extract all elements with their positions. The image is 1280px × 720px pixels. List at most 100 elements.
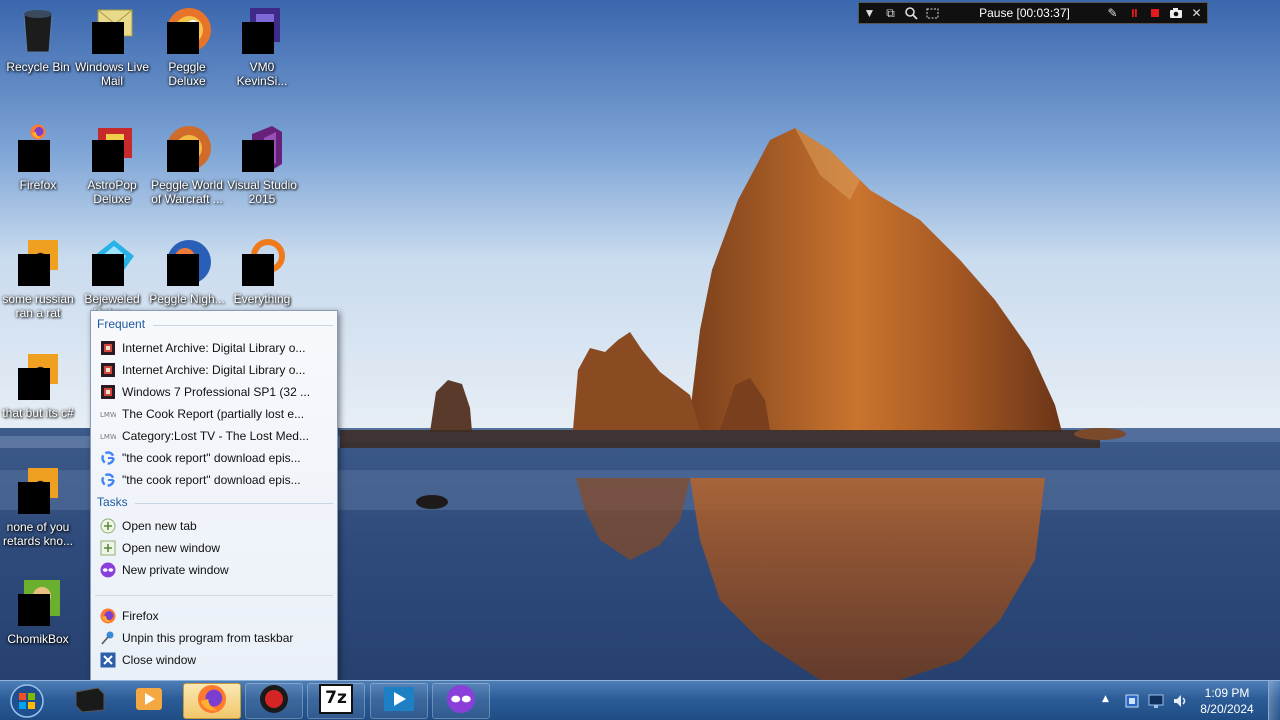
- desktop-icon[interactable]: Peggle Deluxe: [149, 6, 225, 88]
- frequent-item[interactable]: Internet Archive: Digital Library o...: [95, 359, 333, 381]
- peggle-deluxe-icon: [163, 6, 211, 54]
- jump-list-item-label: "the cook report" download epis...: [122, 473, 301, 487]
- taskbar-button[interactable]: 7z: [307, 683, 365, 719]
- region-icon[interactable]: [922, 3, 943, 23]
- close-window-icon: [100, 652, 116, 668]
- screen-recorder-toolbar: ▼ ⧉ Pause [00:03:37] ✎ ✕: [858, 2, 1208, 24]
- desktop-icon[interactable]: VM0 KevinSi...: [224, 6, 300, 88]
- taskbar-clock[interactable]: 1:09 PM 8/20/2024: [1190, 685, 1264, 717]
- desktop-icon[interactable]: Peggle World of Warcraft ...: [149, 124, 225, 206]
- windows-start-orb-icon[interactable]: [6, 683, 48, 719]
- jump-list-action[interactable]: Firefox: [95, 605, 333, 627]
- lost-media-wiki-icon: LMW: [100, 428, 116, 444]
- firefox-icon: [197, 684, 227, 718]
- black-box-app-icon: [72, 684, 106, 718]
- show-desktop-button[interactable]: [1268, 681, 1280, 720]
- redaction-box: [18, 594, 50, 626]
- desktop-icon-label: that but its c#: [2, 406, 74, 420]
- desktop-icon[interactable]: e some russian ran a rat: [0, 238, 76, 320]
- shortcut-icon: e: [14, 466, 62, 514]
- close-icon[interactable]: ✕: [1186, 3, 1207, 23]
- jump-list-action[interactable]: Unpin this program from taskbar: [95, 627, 333, 649]
- chomikbox-icon: [14, 578, 62, 626]
- shortcut-icon: e: [14, 238, 62, 286]
- task-item[interactable]: Open new tab: [95, 515, 333, 537]
- taskbar-button[interactable]: [432, 683, 490, 719]
- jump-list-item-label: The Cook Report (partially lost e...: [122, 407, 305, 421]
- pen-icon[interactable]: ✎: [1102, 3, 1123, 23]
- desktop-icon[interactable]: e that but its c#: [0, 352, 76, 420]
- internet-archive-icon: [100, 384, 116, 400]
- redaction-box: [242, 254, 274, 286]
- desktop-icon[interactable]: ChomikBox: [0, 578, 76, 646]
- new-tab-icon: [100, 518, 116, 534]
- jump-list-item-label: "the cook report" download epis...: [122, 451, 301, 465]
- peggle-wow-icon: [163, 124, 211, 172]
- desktop-icon[interactable]: e none of you retards kno...: [0, 466, 76, 548]
- task-item[interactable]: Open new window: [95, 537, 333, 559]
- taskbar-button[interactable]: [183, 683, 241, 719]
- redaction-box: [167, 22, 199, 54]
- desktop-icon-label: Everything: [233, 292, 291, 306]
- jump-list-item-label: Close window: [122, 653, 197, 667]
- visual-studio-icon: [238, 124, 286, 172]
- task-item[interactable]: New private window: [95, 559, 333, 581]
- frequent-item[interactable]: Windows 7 Professional SP1 (32 ...: [95, 381, 333, 403]
- desktop-icon[interactable]: Windows Live Mail: [74, 6, 150, 88]
- jump-list-item-label: Category:Lost TV - The Lost Med...: [122, 429, 309, 443]
- redaction-box: [18, 140, 50, 172]
- astropop-icon: [88, 124, 136, 172]
- recorder-app-icon: [258, 683, 290, 719]
- taskbar-button-text: 7z: [325, 688, 347, 708]
- 7zip-icon: 7z: [319, 684, 353, 718]
- jump-list-action[interactable]: Close window: [95, 649, 333, 671]
- jump-list-item-label: Firefox: [122, 609, 159, 623]
- taskbar-button[interactable]: [245, 683, 303, 719]
- network-icon[interactable]: [1124, 693, 1140, 713]
- camera-icon[interactable]: [1165, 3, 1186, 23]
- desktop-icon-label: Visual Studio 2015: [227, 178, 297, 206]
- peggle-nights-icon: [163, 238, 211, 286]
- frequent-item[interactable]: Internet Archive: Digital Library o...: [95, 337, 333, 359]
- jump-list-divider: [95, 595, 333, 596]
- svg-text:LMW: LMW: [100, 411, 116, 419]
- frequent-item[interactable]: LMW Category:Lost TV - The Lost Med...: [95, 425, 333, 447]
- desktop-icon[interactable]: AstroPop Deluxe: [74, 124, 150, 206]
- recording-status: Pause [00:03:37]: [979, 6, 1070, 20]
- display-icon[interactable]: [1148, 693, 1164, 713]
- everything-search-icon: [238, 238, 286, 286]
- desktop-icon-label: ChomikBox: [7, 632, 69, 646]
- desktop-icon[interactable]: Bejeweled Deluxe: [74, 238, 150, 320]
- redaction-box: [92, 22, 124, 54]
- zoom-icon[interactable]: [901, 3, 922, 23]
- desktop-icon[interactable]: Firefox: [0, 124, 76, 192]
- frequent-item[interactable]: LMW The Cook Report (partially lost e...: [95, 403, 333, 425]
- redaction-box: [18, 482, 50, 514]
- frequent-item[interactable]: "the cook report" download epis...: [95, 447, 333, 469]
- desktop-icon-label: Recycle Bin: [6, 60, 70, 74]
- dropdown-icon[interactable]: ▼: [859, 3, 880, 23]
- taskbar-button[interactable]: [120, 683, 178, 719]
- frequent-item[interactable]: "the cook report" download epis...: [95, 469, 333, 491]
- desktop-icon-label: Peggle World of Warcraft ...: [151, 178, 223, 206]
- record-icon[interactable]: [1123, 3, 1144, 23]
- desktop-icon[interactable]: Peggle Nigh...: [149, 238, 225, 306]
- desktop-icon-label: Peggle Deluxe: [168, 60, 206, 88]
- desktop-icon[interactable]: Visual Studio 2015: [224, 124, 300, 206]
- desktop-icon[interactable]: Recycle Bin: [0, 6, 76, 74]
- redaction-box: [167, 254, 199, 286]
- recycle-bin-icon: [14, 6, 62, 54]
- desktop-icon[interactable]: Everything: [224, 238, 300, 306]
- volume-icon[interactable]: [1172, 693, 1188, 713]
- taskbar-button[interactable]: [60, 683, 118, 719]
- clock-time: 1:09 PM: [1204, 686, 1250, 700]
- stop-icon[interactable]: [1144, 3, 1165, 23]
- private-browsing-icon: [446, 684, 476, 718]
- show-hidden-icons-chevron[interactable]: ▲: [1102, 694, 1112, 706]
- restore-icon[interactable]: ⧉: [880, 3, 901, 23]
- header-rule: [135, 503, 333, 504]
- taskbar-button[interactable]: [370, 683, 428, 719]
- desktop-icon-label: AstroPop Deluxe: [87, 178, 137, 206]
- windows-live-mail-icon: [88, 6, 136, 54]
- firefox-jump-list: Frequent Internet Archive: Digital Libra…: [90, 310, 338, 682]
